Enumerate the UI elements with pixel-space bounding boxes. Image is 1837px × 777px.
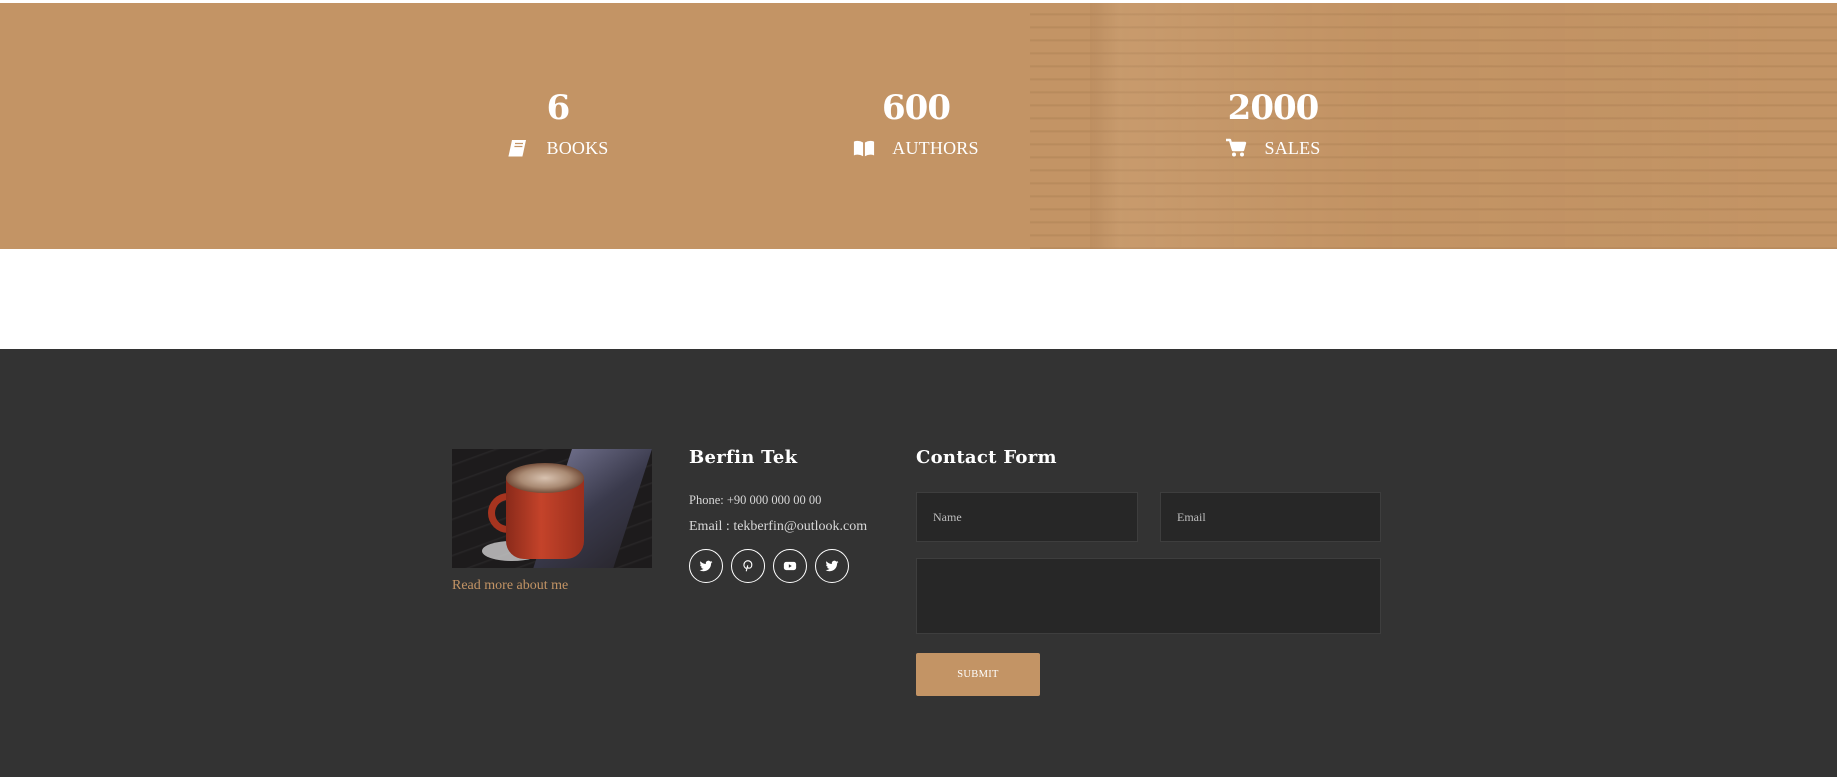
- twitter-icon: [699, 560, 713, 572]
- stats-banner: 6 BOOKS 600 AUTHORS 2000 SALES: [0, 3, 1837, 249]
- email-input[interactable]: [1160, 492, 1381, 542]
- shopping-cart-icon: [1226, 138, 1247, 157]
- about-coffee-image: [452, 449, 652, 568]
- pinterest-icon: [743, 560, 753, 572]
- pinterest-link[interactable]: [731, 549, 765, 583]
- name-input[interactable]: [916, 492, 1138, 542]
- phone-text: Phone: +90 000 000 00 00: [689, 493, 822, 507]
- twitter-link-2[interactable]: [815, 549, 849, 583]
- stat-sales-value: 2000: [1227, 88, 1320, 128]
- open-book-icon: [854, 140, 875, 157]
- book-icon: [508, 140, 527, 157]
- youtube-link[interactable]: [773, 549, 807, 583]
- read-more-link[interactable]: Read more about me: [452, 578, 568, 594]
- stat-sales: 2000 SALES: [1203, 83, 1343, 163]
- social-links: [689, 549, 849, 583]
- stat-books: 6 BOOKS: [488, 83, 628, 163]
- email-text: Email : tekberfin@outlook.com: [689, 519, 868, 534]
- contact-name-heading: Berfin Tek: [689, 447, 798, 468]
- stat-authors-value: 600: [882, 88, 951, 128]
- twitter-link[interactable]: [689, 549, 723, 583]
- twitter-icon: [825, 560, 839, 572]
- message-textarea[interactable]: [916, 558, 1381, 634]
- stat-books-label: BOOKS: [546, 137, 609, 158]
- stat-books-value: 6: [546, 88, 571, 128]
- section-gap: [0, 249, 1837, 349]
- stat-sales-label: SALES: [1264, 137, 1321, 158]
- youtube-icon: [783, 561, 797, 571]
- books-background-image: [1030, 3, 1837, 249]
- footer: Read more about me Berfin Tek Phone: +90…: [0, 349, 1837, 777]
- submit-button[interactable]: SUBMIT: [916, 653, 1040, 696]
- stat-authors: 600 AUTHORS: [836, 83, 996, 163]
- stat-authors-label: AUTHORS: [892, 137, 979, 158]
- contact-form-title: Contact Form: [916, 447, 1057, 468]
